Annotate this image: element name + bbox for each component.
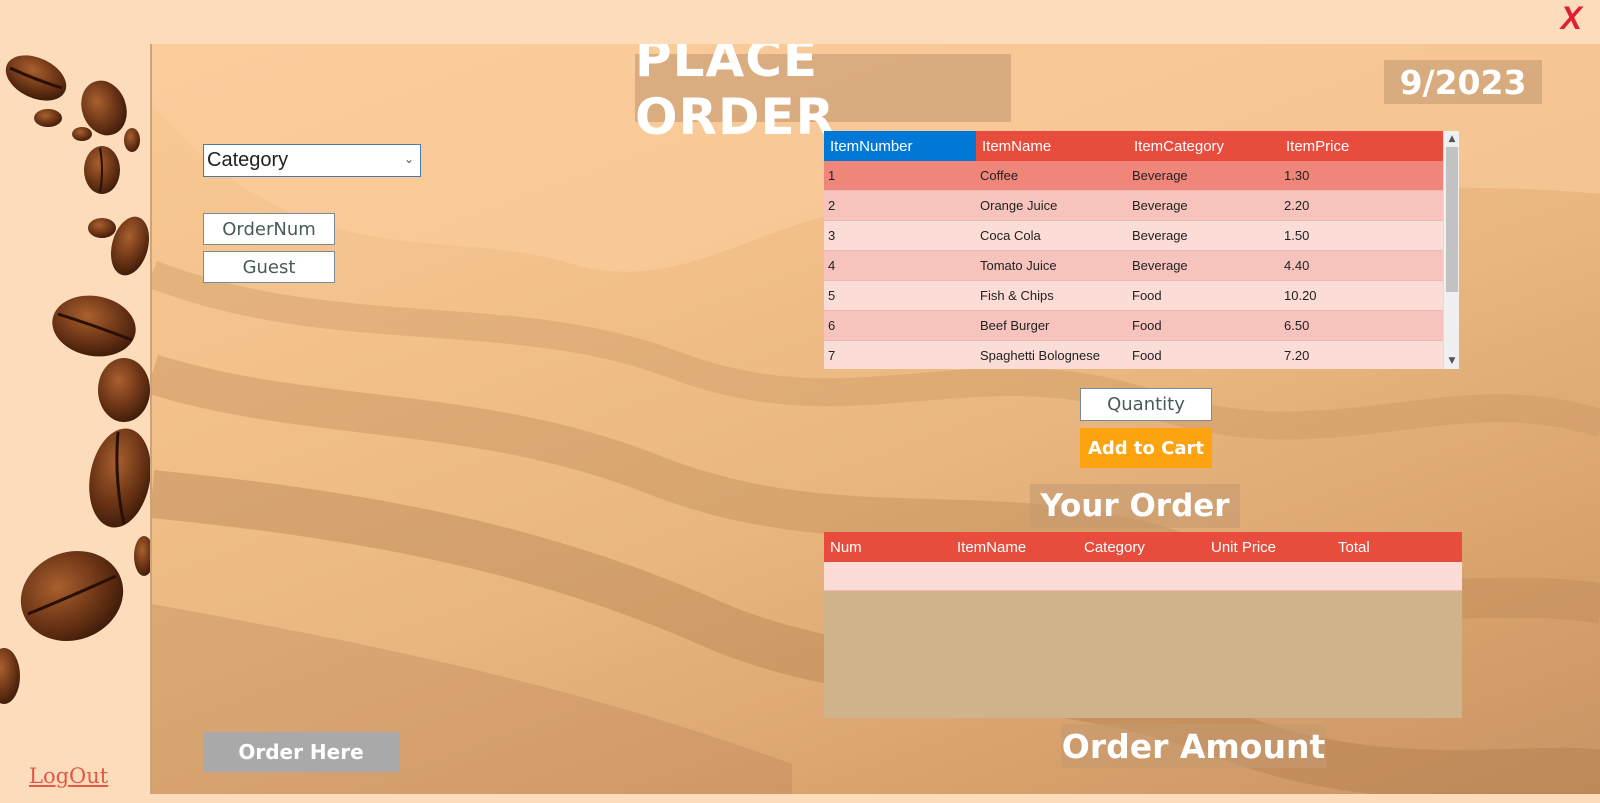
cell-itemnumber: 5 bbox=[828, 288, 836, 303]
cell-itemprice: 7.20 bbox=[1284, 348, 1310, 363]
cell-itemnumber: 3 bbox=[828, 228, 836, 243]
your-order-title: Your Order bbox=[1040, 488, 1230, 524]
column-header-unit-price[interactable]: Unit Price bbox=[1205, 532, 1332, 562]
cell-itemcategory: Food bbox=[1132, 348, 1162, 363]
cell-itemname: Coffee bbox=[980, 168, 1019, 183]
category-dropdown-value: Category bbox=[207, 149, 289, 171]
items-table-header: ItemNumber ItemName ItemCategory ItemPri… bbox=[824, 131, 1459, 161]
table-row[interactable]: 1 Coffee Beverage 1.30 bbox=[824, 161, 1459, 191]
page-title-panel: PLACE ORDER bbox=[635, 44, 1011, 146]
close-icon[interactable]: X bbox=[1561, 0, 1582, 37]
order-table[interactable]: Num ItemName Category Unit Price Total bbox=[824, 532, 1462, 718]
cell-itemname: Tomato Juice bbox=[980, 258, 1057, 273]
cell-itemcategory: Beverage bbox=[1132, 168, 1188, 183]
scroll-thumb[interactable] bbox=[1446, 147, 1458, 292]
table-row[interactable] bbox=[824, 562, 1462, 591]
chevron-down-icon: ⌄ bbox=[403, 152, 414, 166]
cell-itemcategory: Beverage bbox=[1132, 198, 1188, 213]
column-header-itemname[interactable]: ItemName bbox=[951, 532, 1078, 562]
cell-itemnumber: 7 bbox=[828, 348, 836, 363]
category-dropdown[interactable]: Category ⌄ bbox=[203, 144, 421, 177]
table-row[interactable]: 7 Spaghetti Bolognese Food 7.20 bbox=[824, 341, 1459, 369]
scroll-up-icon[interactable]: ▲ bbox=[1444, 132, 1459, 146]
cell-itemcategory: Food bbox=[1132, 288, 1162, 303]
table-row[interactable]: 4 Tomato Juice Beverage 4.40 bbox=[824, 251, 1459, 281]
order-table-header: Num ItemName Category Unit Price Total bbox=[824, 532, 1462, 562]
cell-itemprice: 10.20 bbox=[1284, 288, 1317, 303]
column-header-category[interactable]: Category bbox=[1078, 532, 1205, 562]
cell-itemnumber: 2 bbox=[828, 198, 836, 213]
column-header-itemprice[interactable]: ItemPrice bbox=[1280, 131, 1443, 161]
column-header-num[interactable]: Num bbox=[824, 532, 951, 562]
order-here-button-label: Order Here bbox=[238, 740, 364, 764]
cell-itemname: Beef Burger bbox=[980, 318, 1050, 333]
quantity-field[interactable]: Quantity bbox=[1080, 388, 1212, 421]
your-order-panel: Your Order bbox=[1030, 484, 1240, 528]
coffee-beans-decoration bbox=[0, 55, 150, 704]
table-row[interactable]: 6 Beef Burger Food 6.50 bbox=[824, 311, 1459, 341]
order-here-button[interactable]: Order Here bbox=[203, 732, 399, 772]
cell-itemprice: 4.40 bbox=[1284, 258, 1310, 273]
order-amount-panel: Order Amount bbox=[1061, 724, 1326, 768]
items-table-scrollbar[interactable]: ▲ ▼ bbox=[1443, 131, 1459, 369]
cell-itemcategory: Beverage bbox=[1132, 228, 1188, 243]
table-row[interactable]: 3 Coca Cola Beverage 1.50 bbox=[824, 221, 1459, 251]
cell-itemcategory: Food bbox=[1132, 318, 1162, 333]
cell-itemname: Coca Cola bbox=[980, 228, 1041, 243]
column-header-itemname[interactable]: ItemName bbox=[976, 131, 1128, 161]
logout-link[interactable]: LogOut bbox=[29, 764, 108, 788]
ordernum-field-value: OrderNum bbox=[222, 218, 316, 240]
date-label: 9/2023 bbox=[1399, 62, 1527, 102]
cell-itemprice: 1.50 bbox=[1284, 228, 1310, 243]
add-to-cart-button-label: Add to Cart bbox=[1087, 437, 1205, 459]
items-table[interactable]: ItemNumber ItemName ItemCategory ItemPri… bbox=[824, 131, 1459, 369]
table-row[interactable]: 2 Orange Juice Beverage 2.20 bbox=[824, 191, 1459, 221]
table-row[interactable]: 5 Fish & Chips Food 10.20 bbox=[824, 281, 1459, 311]
ordernum-field[interactable]: OrderNum bbox=[203, 213, 335, 245]
column-header-itemnumber[interactable]: ItemNumber bbox=[824, 131, 976, 161]
cell-itemprice: 2.20 bbox=[1284, 198, 1310, 213]
cell-itemnumber: 4 bbox=[828, 258, 836, 273]
cell-itemnumber: 1 bbox=[828, 168, 836, 183]
column-header-total[interactable]: Total bbox=[1332, 532, 1459, 562]
main-panel: PLACE ORDER 9/2023 Category ⌄ OrderNum G… bbox=[150, 44, 1600, 794]
column-header-itemcategory[interactable]: ItemCategory bbox=[1128, 131, 1280, 161]
cell-itemprice: 6.50 bbox=[1284, 318, 1310, 333]
guest-field-value: Guest bbox=[242, 256, 296, 278]
scroll-down-icon[interactable]: ▼ bbox=[1444, 354, 1459, 368]
cell-itemnumber: 6 bbox=[828, 318, 836, 333]
cell-itemname: Spaghetti Bolognese bbox=[980, 348, 1100, 363]
cell-itemprice: 1.30 bbox=[1284, 168, 1310, 183]
cell-itemname: Fish & Chips bbox=[980, 288, 1054, 303]
quantity-field-value: Quantity bbox=[1107, 394, 1185, 415]
items-table-body: 1 Coffee Beverage 1.30 2 Orange Juice Beverage… bbox=[824, 161, 1459, 369]
guest-field[interactable]: Guest bbox=[203, 251, 335, 283]
order-amount-label: Order Amount bbox=[1061, 726, 1326, 766]
add-to-cart-button[interactable]: Add to Cart bbox=[1080, 428, 1212, 468]
cell-itemname: Orange Juice bbox=[980, 198, 1058, 213]
date-panel: 9/2023 bbox=[1384, 60, 1542, 104]
cell-itemcategory: Beverage bbox=[1132, 258, 1188, 273]
